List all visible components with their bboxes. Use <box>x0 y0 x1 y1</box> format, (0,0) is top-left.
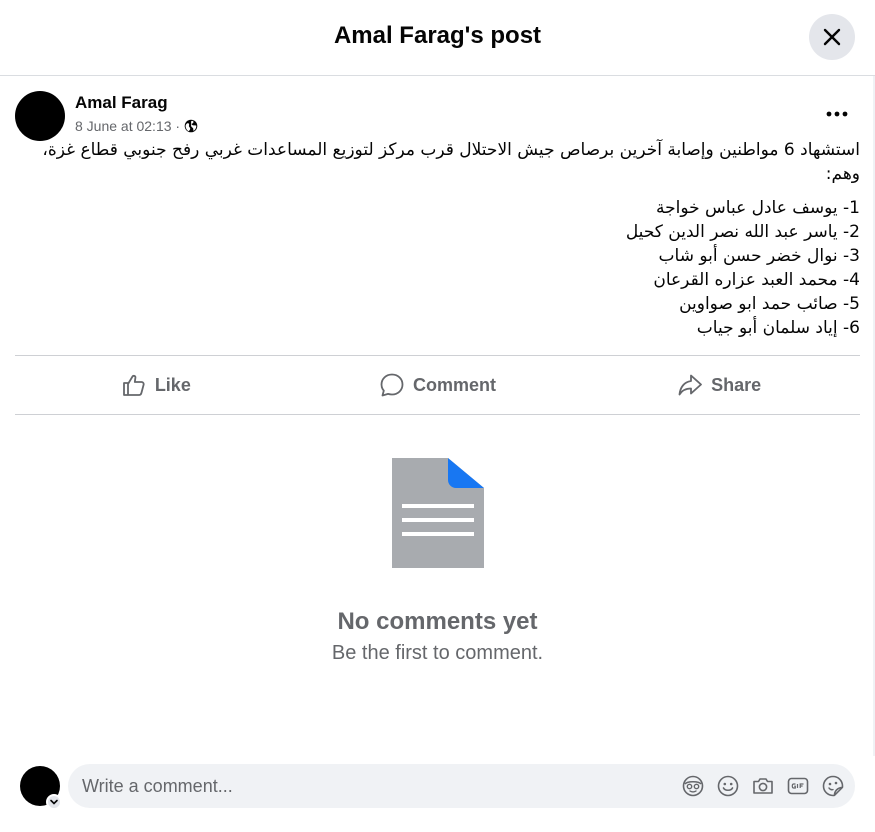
author-avatar[interactable] <box>15 91 65 141</box>
post-intro: استشهاد 6 مواطنين وإصابة آخرين برصاص جيش… <box>42 140 860 184</box>
dialog-header: Amal Farag's post <box>0 0 875 76</box>
globe-icon[interactable] <box>184 119 198 133</box>
comment-icon <box>380 373 404 397</box>
comment-label: Comment <box>413 374 497 395</box>
more-options-button[interactable] <box>825 102 849 126</box>
post-dialog: Amal Farag's post Amal Farag 8 June at 0… <box>0 0 875 832</box>
composer-tools <box>681 774 845 798</box>
like-button[interactable]: Like <box>15 356 297 414</box>
empty-title: No comments yet <box>337 608 538 635</box>
empty-comments: No comments yet Be the first to comment. <box>0 458 875 665</box>
list-item: 4- محمد العبد عزاره القرعان <box>653 270 860 290</box>
sticker-icon[interactable] <box>821 774 845 798</box>
comment-input[interactable] <box>82 764 642 808</box>
gif-icon[interactable] <box>786 774 810 798</box>
author-name[interactable]: Amal Farag <box>75 93 168 113</box>
post-body: استشهاد 6 مواطنين وإصابة آخرين برصاص جيش… <box>15 138 860 340</box>
post-actions-bar: Like Comment Share <box>15 355 860 415</box>
share-icon <box>678 374 703 396</box>
composer-avatar[interactable] <box>20 766 62 810</box>
more-icon <box>826 111 848 117</box>
camera-icon[interactable] <box>751 774 775 798</box>
comment-button[interactable]: Comment <box>297 356 579 414</box>
list-item: 6- إياد سلمان أبو جياب <box>696 318 860 338</box>
empty-subtitle: Be the first to comment. <box>331 642 544 664</box>
post-meta: 8 June at 02:13 · <box>75 118 198 134</box>
share-button[interactable]: Share <box>578 356 860 414</box>
like-label: Like <box>154 374 191 395</box>
list-item: 2- ياسر عبد الله نصر الدين كحيل <box>625 222 860 242</box>
close-button[interactable] <box>809 14 855 60</box>
dialog-title: Amal Farag's post <box>333 22 542 49</box>
comment-composer <box>68 764 855 808</box>
list-item: 1- يوسف عادل عباس خواجة <box>655 198 860 218</box>
list-item: 3- نوال خضر حسن أبو شاب <box>658 246 860 266</box>
close-icon <box>823 28 841 46</box>
list-item: 5- صائب حمد ابو صواوين <box>679 294 860 314</box>
avatar-sticker-icon[interactable] <box>681 774 705 798</box>
emoji-icon[interactable] <box>716 774 740 798</box>
share-label: Share <box>711 374 762 395</box>
chevron-down-icon[interactable] <box>46 794 62 810</box>
post-timestamp[interactable]: 8 June at 02:13 · <box>75 118 180 134</box>
thumbs-up-icon <box>122 374 145 396</box>
document-icon <box>391 458 484 568</box>
